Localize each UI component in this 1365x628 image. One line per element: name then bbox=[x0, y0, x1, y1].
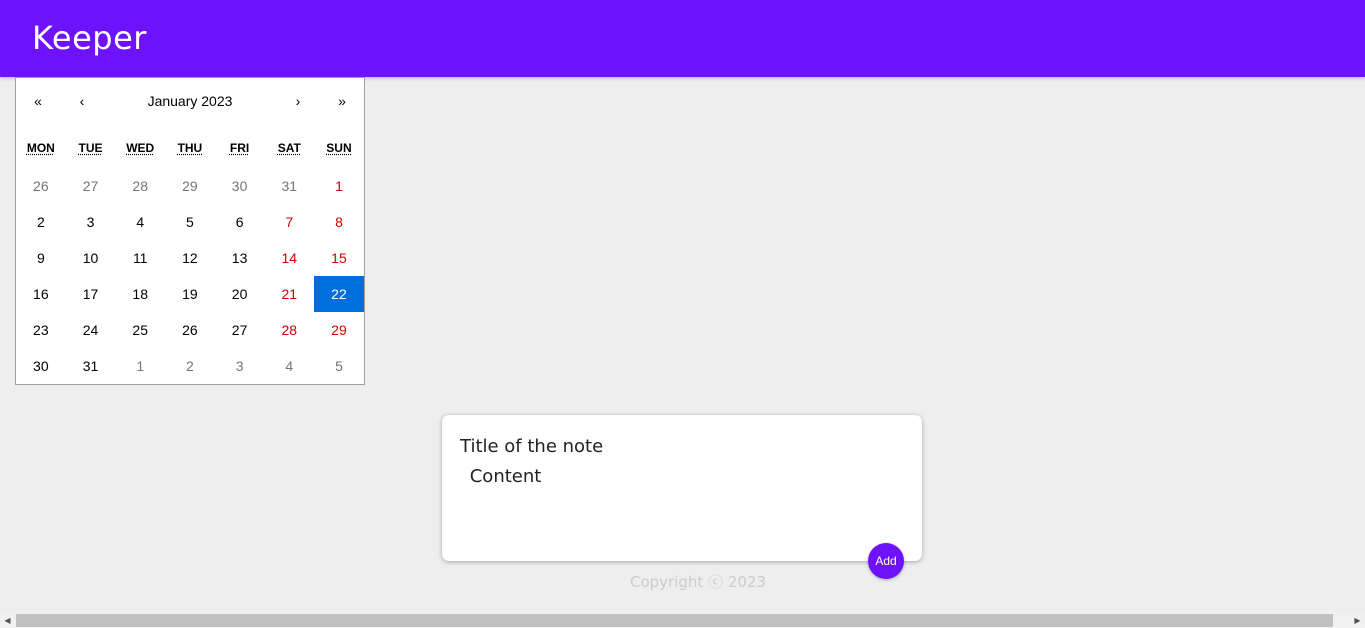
weekday-label: MON bbox=[26, 141, 55, 155]
calendar-day[interactable]: 15 bbox=[314, 240, 364, 276]
app-header: Keeper bbox=[0, 0, 1365, 77]
note-content-input[interactable] bbox=[464, 466, 904, 536]
calendar-day[interactable]: 8 bbox=[314, 204, 364, 240]
calendar-day[interactable]: 5 bbox=[165, 204, 215, 240]
calendar-day[interactable]: 7 bbox=[264, 204, 314, 240]
calendar-day-selected[interactable]: 22 bbox=[314, 276, 364, 312]
weekday-label: SUN bbox=[326, 141, 352, 155]
calendar: « ‹ January 2023 › » MON TUE WED THU FRI… bbox=[15, 77, 365, 385]
calendar-day[interactable]: 26 bbox=[16, 168, 66, 204]
next-year-button[interactable]: » bbox=[320, 78, 364, 124]
weekday-header: MON TUE WED THU FRI SAT SUN bbox=[16, 141, 364, 165]
weekday-label: TUE bbox=[78, 141, 103, 155]
calendar-day[interactable]: 5 bbox=[314, 348, 364, 384]
calendar-day[interactable]: 28 bbox=[264, 312, 314, 348]
calendar-day[interactable]: 30 bbox=[215, 168, 265, 204]
calendar-day[interactable]: 31 bbox=[66, 348, 116, 384]
calendar-day[interactable]: 21 bbox=[264, 276, 314, 312]
calendar-day[interactable]: 1 bbox=[314, 168, 364, 204]
calendar-day[interactable]: 24 bbox=[66, 312, 116, 348]
next-month-button[interactable]: › bbox=[276, 78, 320, 124]
calendar-day[interactable]: 6 bbox=[215, 204, 265, 240]
calendar-day[interactable]: 17 bbox=[66, 276, 116, 312]
calendar-day[interactable]: 18 bbox=[115, 276, 165, 312]
weekday-label: FRI bbox=[229, 141, 250, 155]
calendar-day[interactable]: 13 bbox=[215, 240, 265, 276]
calendar-navigation: « ‹ January 2023 › » bbox=[16, 78, 364, 124]
weekday-label: SAT bbox=[277, 141, 301, 155]
prev-month-button[interactable]: ‹ bbox=[60, 78, 104, 124]
calendar-day[interactable]: 4 bbox=[264, 348, 314, 384]
calendar-days-grid: 26 27 28 29 30 31 1 2 3 4 5 6 7 8 9 10 11 12 13 14 15 16 17 18 1… bbox=[16, 168, 364, 384]
calendar-day[interactable]: 11 bbox=[115, 240, 165, 276]
calendar-day[interactable]: 27 bbox=[215, 312, 265, 348]
calendar-day[interactable]: 23 bbox=[16, 312, 66, 348]
calendar-day[interactable]: 9 bbox=[16, 240, 66, 276]
scroll-left-icon[interactable]: ◀ bbox=[0, 613, 15, 628]
calendar-day[interactable]: 29 bbox=[165, 168, 215, 204]
calendar-day[interactable]: 4 bbox=[115, 204, 165, 240]
calendar-day[interactable]: 30 bbox=[16, 348, 66, 384]
calendar-day[interactable]: 14 bbox=[264, 240, 314, 276]
calendar-day[interactable]: 26 bbox=[165, 312, 215, 348]
calendar-day[interactable]: 25 bbox=[115, 312, 165, 348]
calendar-day[interactable]: 12 bbox=[165, 240, 215, 276]
weekday-label: WED bbox=[126, 141, 155, 155]
app-logo: Keeper bbox=[32, 19, 147, 57]
horizontal-scrollbar[interactable]: ◀ ▶ bbox=[0, 613, 1365, 628]
calendar-day[interactable]: 20 bbox=[215, 276, 265, 312]
note-title-input[interactable] bbox=[460, 433, 900, 459]
calendar-day[interactable]: 10 bbox=[66, 240, 116, 276]
footer-copyright: Copyright ⓒ 2023 bbox=[629, 573, 766, 591]
calendar-day[interactable]: 27 bbox=[66, 168, 116, 204]
calendar-day[interactable]: 31 bbox=[264, 168, 314, 204]
create-note-form bbox=[442, 415, 922, 561]
calendar-day[interactable]: 2 bbox=[165, 348, 215, 384]
weekday-label: THU bbox=[177, 141, 203, 155]
scroll-right-icon[interactable]: ▶ bbox=[1350, 613, 1365, 628]
calendar-day[interactable]: 28 bbox=[115, 168, 165, 204]
calendar-day[interactable]: 2 bbox=[16, 204, 66, 240]
calendar-day[interactable]: 3 bbox=[66, 204, 116, 240]
calendar-day[interactable]: 1 bbox=[115, 348, 165, 384]
calendar-day[interactable]: 16 bbox=[16, 276, 66, 312]
calendar-day[interactable]: 29 bbox=[314, 312, 364, 348]
calendar-day[interactable]: 3 bbox=[215, 348, 265, 384]
calendar-day[interactable]: 19 bbox=[165, 276, 215, 312]
prev-year-button[interactable]: « bbox=[16, 78, 60, 124]
scrollbar-thumb[interactable] bbox=[16, 614, 1333, 627]
calendar-month-label[interactable]: January 2023 bbox=[104, 78, 276, 124]
